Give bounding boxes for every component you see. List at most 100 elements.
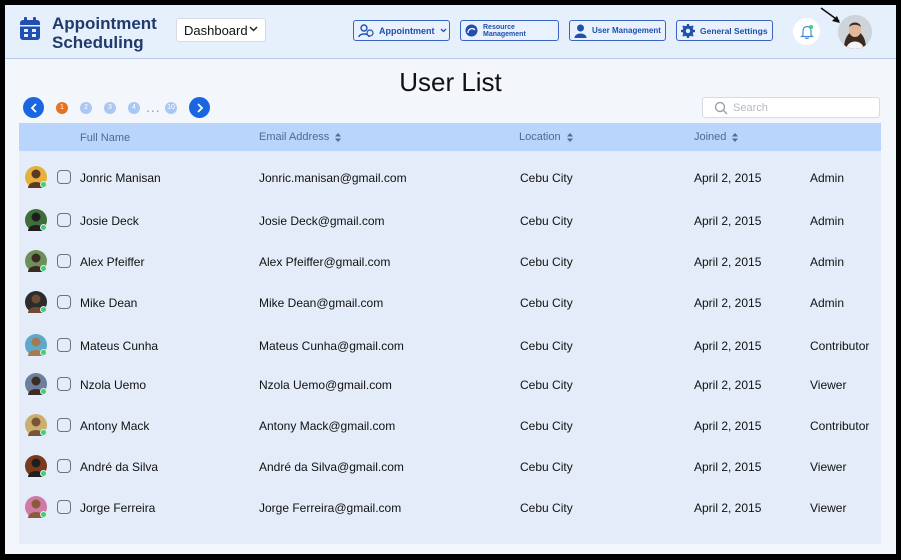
column-full-name-label: Full Name (80, 132, 131, 144)
user-name: Jonric Manisan (80, 171, 161, 185)
user-email: Jorge Ferreira@gmail.com (259, 501, 402, 515)
user-icon (574, 24, 587, 38)
table-row[interactable]: Antony Mack Antony Mack@gmail.com Cebu Cit… (19, 412, 881, 452)
user-joined: April 2, 2015 (694, 296, 762, 310)
search-icon (714, 101, 728, 115)
user-name: Jorge Ferreira (80, 501, 156, 515)
table-row[interactable]: Josie Deck Josie Deck@gmail.com Cebu City A… (19, 207, 881, 247)
row-checkbox[interactable] (57, 170, 71, 184)
column-joined[interactable]: Joined (694, 131, 739, 143)
user-location: Cebu City (520, 214, 573, 228)
user-location: Cebu City (520, 296, 573, 310)
online-status-dot (40, 265, 47, 272)
general-settings-label: General Settings (700, 25, 768, 36)
prev-page-button[interactable] (23, 97, 44, 118)
sort-icon (566, 132, 573, 142)
user-joined: April 2, 2015 (694, 214, 762, 228)
row-checkbox[interactable] (57, 254, 71, 268)
sort-icon (335, 132, 342, 142)
table-row[interactable]: Mike Dean Mike Dean@gmail.com Cebu City Apr… (19, 289, 881, 329)
user-role: Admin (810, 171, 845, 185)
user-management-label: User Management (592, 26, 661, 35)
table-row[interactable]: Jonric Manisan Jonric.manisan@gmail.com Ce… (19, 164, 881, 204)
user-email: Mike Dean@gmail.com (259, 296, 384, 310)
row-checkbox[interactable] (57, 213, 71, 227)
user-role: Admin (810, 214, 845, 228)
sort-icon (732, 132, 739, 142)
user-role: Viewer (810, 460, 847, 474)
table-header: Full Name Email Address Location Joined (19, 123, 881, 151)
column-email-label: Email Address (259, 131, 330, 143)
online-status-dot (40, 429, 47, 436)
user-location: Cebu City (520, 501, 573, 515)
column-location[interactable]: Location (519, 131, 573, 143)
user-role: Admin (810, 255, 845, 269)
user-name: Mike Dean (80, 296, 138, 310)
app-window: Appointment Scheduling Dashboard Appoint… (5, 5, 896, 554)
page-2[interactable]: 2 (80, 102, 92, 114)
page-1[interactable]: 1 (56, 102, 68, 114)
general-settings-button[interactable]: General Settings (676, 20, 773, 41)
user-email: Alex Pfeiffer@gmail.com (259, 255, 391, 269)
user-email: André da Silva@gmail.com (259, 460, 404, 474)
dashboard-select[interactable]: Dashboard (176, 18, 266, 42)
appointment-menu-button[interactable]: Appointment (353, 20, 450, 41)
user-name: Alex Pfeiffer (80, 255, 145, 269)
user-role: Viewer (810, 378, 847, 392)
user-joined: April 2, 2015 (694, 378, 762, 392)
row-checkbox[interactable] (57, 500, 71, 514)
page-3[interactable]: 3 (104, 102, 116, 114)
chevron-down-icon (249, 26, 258, 32)
user-joined: April 2, 2015 (694, 339, 762, 353)
user-joined: April 2, 2015 (694, 460, 762, 474)
user-location: Cebu City (520, 171, 573, 185)
online-status-dot (40, 470, 47, 477)
resource-management-button[interactable]: Resource Management (460, 20, 559, 41)
user-management-button[interactable]: User Management (569, 20, 666, 41)
notifications-button[interactable] (793, 18, 820, 45)
user-role: Admin (810, 296, 845, 310)
user-location: Cebu City (520, 339, 573, 353)
chevron-right-icon (196, 102, 203, 113)
row-checkbox[interactable] (57, 377, 71, 391)
row-checkbox[interactable] (57, 295, 71, 309)
profile-avatar[interactable] (838, 15, 872, 49)
column-location-label: Location (519, 131, 561, 143)
user-email: Josie Deck@gmail.com (259, 214, 385, 228)
online-status-dot (40, 388, 47, 395)
user-email: Mateus Cunha@gmail.com (259, 339, 404, 353)
search-input[interactable] (733, 100, 873, 116)
table-row[interactable]: Alex Pfeiffer Alex Pfeiffer@gmail.com Cebu… (19, 248, 881, 288)
column-email[interactable]: Email Address (259, 131, 342, 143)
row-checkbox[interactable] (57, 338, 71, 352)
chevron-down-icon (440, 28, 446, 33)
table-row[interactable]: Nzola Uemo Nzola Uemo@gmail.com Cebu City A… (19, 371, 881, 411)
user-name: Nzola Uemo (80, 378, 147, 392)
table-row[interactable]: Jorge Ferreira Jorge Ferreira@gmail.com Ce… (19, 494, 881, 534)
top-bar: Appointment Scheduling Dashboard Appoint… (5, 5, 896, 59)
user-joined: April 2, 2015 (694, 419, 762, 433)
user-joined: April 2, 2015 (694, 255, 762, 269)
table-row[interactable]: Mateus Cunha Mateus Cunha@gmail.com Cebu C… (19, 332, 881, 372)
user-email: Antony Mack@gmail.com (259, 419, 396, 433)
resource-management-label: Resource Management (483, 23, 526, 38)
next-page-button[interactable] (189, 97, 210, 118)
user-location: Cebu City (520, 378, 573, 392)
user-role: Contributor (810, 339, 870, 353)
page-title: User List (399, 67, 502, 97)
user-location: Cebu City (520, 419, 573, 433)
chevron-left-icon (30, 102, 37, 113)
column-full-name[interactable]: Full Name (80, 132, 130, 144)
user-role: Viewer (810, 501, 847, 515)
user-joined: April 2, 2015 (694, 171, 762, 185)
row-checkbox[interactable] (57, 418, 71, 432)
user-location: Cebu City (520, 460, 573, 474)
row-checkbox[interactable] (57, 459, 71, 473)
gauge-icon (465, 24, 478, 37)
dashboard-select-value: Dashboard (184, 23, 248, 38)
table-row[interactable]: André da Silva André da Silva@gmail.com Ce… (19, 453, 881, 493)
page-ellipsis: ... (146, 99, 161, 115)
page-4[interactable]: 4 (128, 102, 140, 114)
online-status-dot (40, 306, 47, 313)
page-10[interactable]: 10 (165, 102, 177, 114)
